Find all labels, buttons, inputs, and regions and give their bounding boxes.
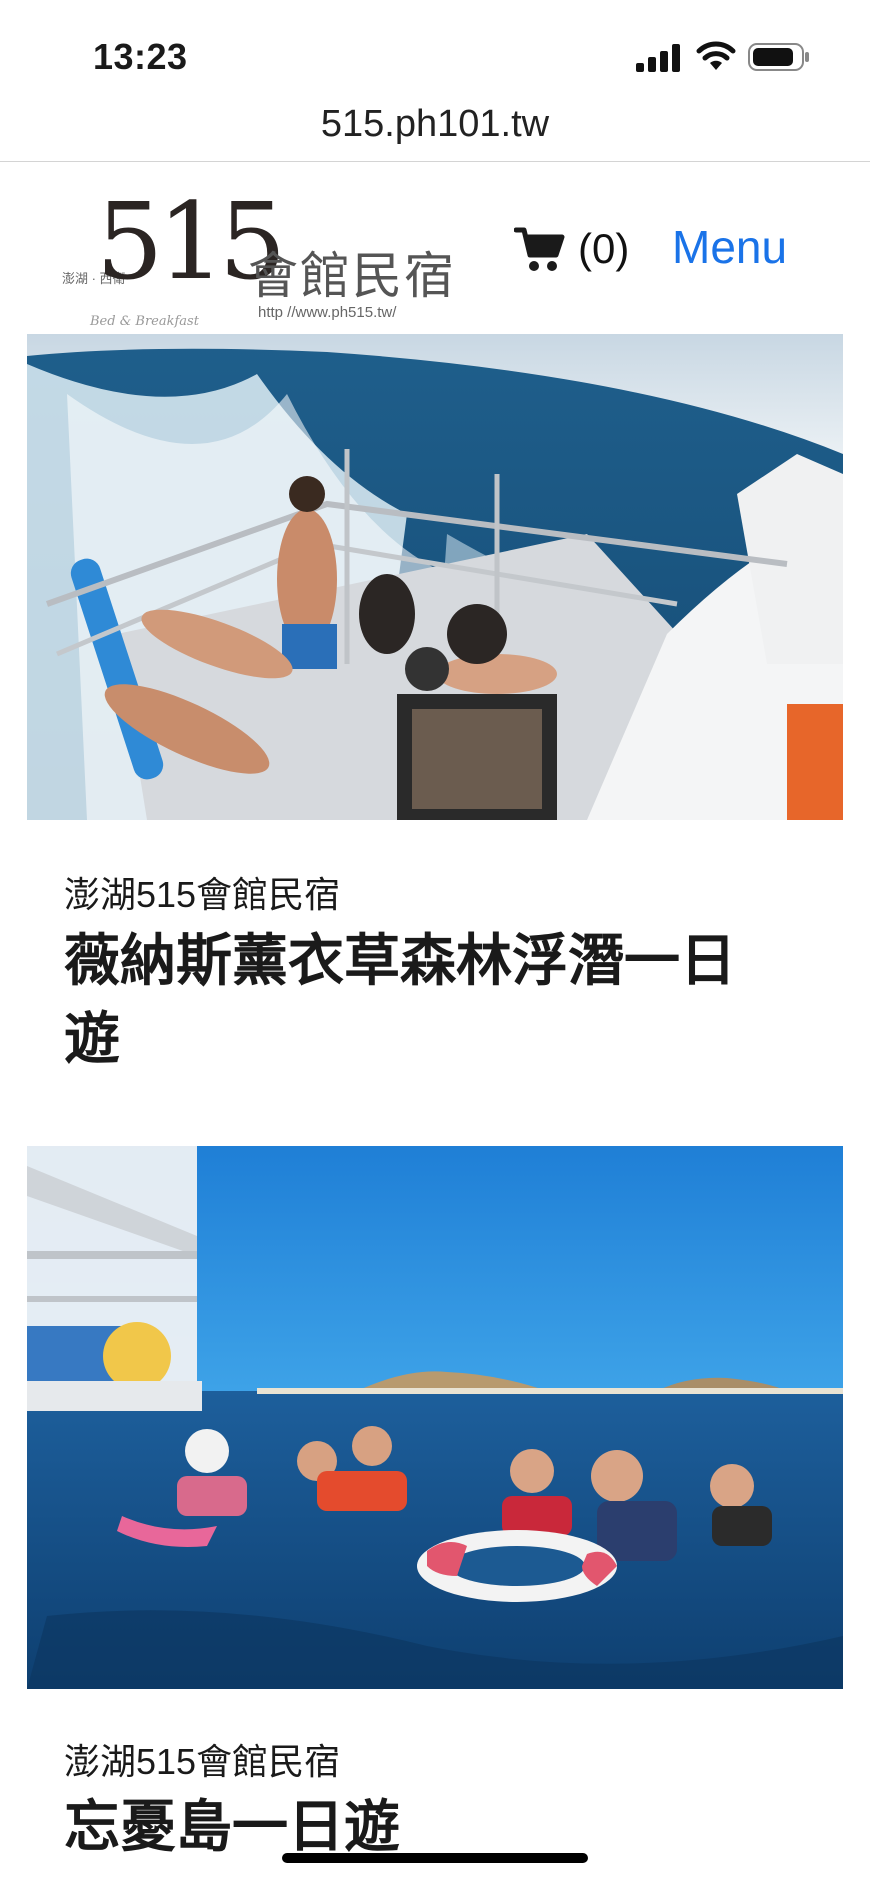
card-subtitle: 澎湖515會館民宿 [64,874,341,915]
cart-count: (0) [578,225,630,272]
battery-icon [748,43,809,71]
site-logo[interactable]: 澎湖 · 西衛 515 會館民宿 http //www.ph515.tw/ Be… [60,180,470,329]
address-bar[interactable]: 515.ph101.tw [0,96,870,162]
home-indicator[interactable] [282,1853,588,1863]
status-time: 13:23 [93,36,188,77]
cart-button[interactable]: (0) [514,219,629,279]
logo-tagline: Bed & Breakfast [90,314,199,329]
status-bar: 13:23 [0,0,870,100]
tour-photo-snorkeling[interactable] [27,1146,843,1689]
card-title-link[interactable]: 薇納斯薰衣草森林浮潛一日遊 [64,922,784,1078]
wifi-icon [696,41,736,70]
site-header: 澎湖 · 西衛 515 會館民宿 http //www.ph515.tw/ Be… [0,162,870,332]
logo-url: http //www.ph515.tw/ [258,304,397,321]
tour-photo-boat[interactable] [27,334,843,820]
shopping-cart-icon [514,227,565,271]
card-subtitle: 澎湖515會館民宿 [64,1741,341,1782]
logo-name: 會館民宿 [248,248,456,304]
menu-button[interactable]: Menu [672,220,787,274]
cellular-signal-icon [636,44,680,72]
